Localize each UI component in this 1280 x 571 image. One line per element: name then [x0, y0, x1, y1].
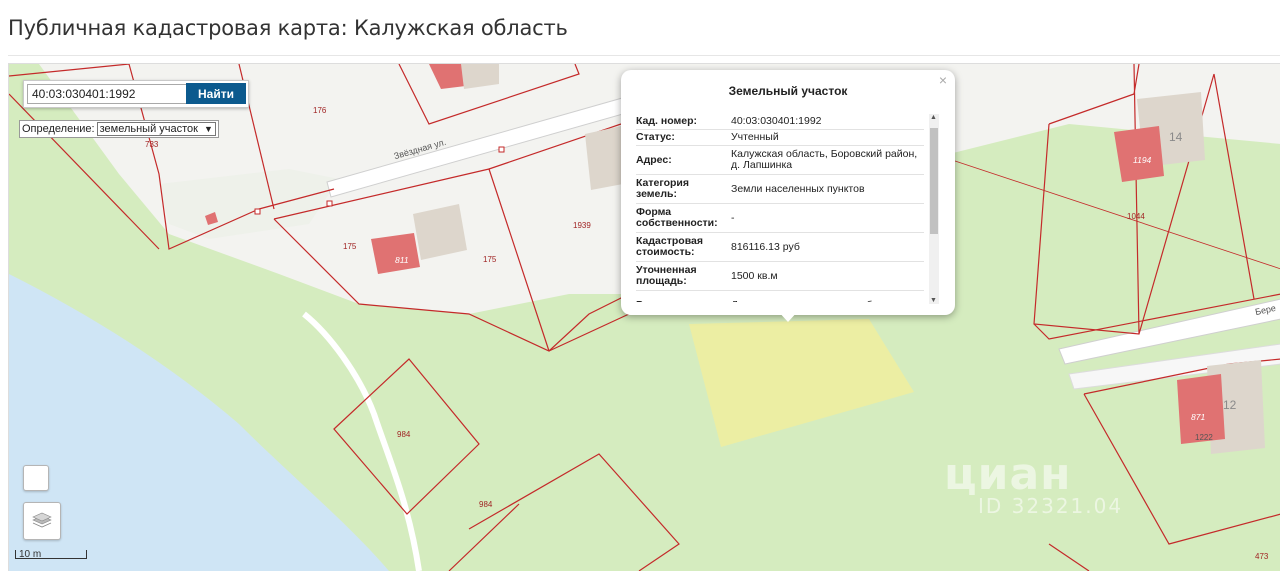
- house-number: 14: [1169, 130, 1183, 144]
- info-row: Уточненная площадь: 1500 кв.м: [636, 262, 924, 291]
- marker: [326, 200, 333, 207]
- marker: [498, 146, 505, 153]
- watermark: циан ID 32321.04: [944, 449, 1123, 518]
- info-row: Статус: Учтенный: [636, 130, 924, 146]
- scroll-down-icon[interactable]: ▼: [930, 297, 937, 304]
- definition-select[interactable]: земельный участок ▼: [96, 122, 216, 136]
- cadastral-map[interactable]: 176 733 175 175 1939 1044 984 984 473 12…: [8, 63, 1280, 571]
- popup-title: Земельный участок: [728, 84, 848, 98]
- building-811: [371, 233, 420, 274]
- info-value: Земли населенных пунктов: [731, 182, 865, 195]
- building-number: 811: [395, 255, 409, 265]
- definition-control: Определение: земельный участок ▼: [19, 120, 219, 138]
- parcel-label: 733: [145, 140, 159, 149]
- definition-label: Определение:: [22, 123, 95, 135]
- info-value: 816116.13 руб: [731, 240, 800, 253]
- toggle-checkbox-button[interactable]: [23, 465, 49, 491]
- watermark-id: ID 32321.04: [978, 494, 1124, 518]
- search-panel: Найти: [23, 80, 249, 108]
- layers-button[interactable]: [23, 502, 61, 540]
- scale-label: 10 m: [15, 550, 87, 560]
- search-button[interactable]: Найти: [186, 83, 246, 104]
- scrollbar-thumb[interactable]: [930, 128, 938, 234]
- info-row: РазрешенноеДля ведения личного подсобног…: [636, 291, 924, 302]
- info-value: Калужская область, Боровский район, д. Л…: [731, 148, 918, 171]
- info-value: 40:03:030401:1992: [731, 115, 822, 127]
- parcel-label: 175: [343, 242, 357, 251]
- building-1194: [1114, 126, 1164, 182]
- layers-icon: [32, 512, 52, 528]
- info-key: Адрес:: [636, 153, 672, 166]
- info-row: Адрес: Калужская область, Боровский район…: [636, 146, 924, 175]
- chevron-down-icon: ▼: [204, 124, 213, 134]
- parcel-label: 984: [479, 500, 493, 509]
- info-key: Кад. номер:: [636, 115, 698, 127]
- building-number: 871: [1191, 412, 1206, 422]
- parcel-label: 1939: [573, 221, 591, 230]
- building-gray-2: [585, 126, 623, 190]
- info-row: Кад. номер: 40:03:030401:1992: [636, 114, 924, 130]
- parcel-label: 473: [1255, 552, 1269, 561]
- marker: [254, 208, 261, 215]
- title-divider: [8, 55, 1280, 56]
- info-key: Кадастровая стоимость:: [636, 235, 703, 258]
- info-value: -: [731, 211, 735, 224]
- info-row: Форма собственности: -: [636, 204, 924, 233]
- page-title: Публичная кадастровая карта: Калужская о…: [8, 16, 568, 40]
- building-number: 1194: [1133, 155, 1152, 165]
- info-value: Учтенный: [731, 131, 779, 143]
- info-key: Разрешенное: [636, 291, 731, 302]
- info-value: 1500 кв.м: [731, 269, 778, 282]
- info-row: Кадастровая стоимость: 816116.13 руб: [636, 233, 924, 262]
- popup-info-table: Кад. номер: 40:03:030401:1992 Статус: Учте…: [636, 114, 924, 302]
- parcel-info-popup: × Земельный участок Кад. номер: 40:03:030…: [621, 70, 955, 315]
- info-row: Категория земель: Земли населенных пункто…: [636, 175, 924, 204]
- search-input[interactable]: [27, 84, 187, 104]
- house-number: 12: [1223, 398, 1237, 412]
- definition-selected: земельный участок: [99, 123, 198, 135]
- popup-pointer: [777, 310, 799, 322]
- info-key: Статус:: [636, 131, 675, 143]
- parcel-label: 1044: [1127, 212, 1145, 221]
- popup-scrollbar[interactable]: ▲ ▼: [929, 114, 939, 304]
- info-key: Форма собственности:: [636, 206, 718, 229]
- info-value: Для ведения личного подсобного: [731, 291, 924, 302]
- watermark-brand: циан: [944, 449, 1072, 500]
- info-key: Категория земель:: [636, 177, 690, 200]
- info-key: Уточненная площадь:: [636, 264, 697, 287]
- scroll-up-icon[interactable]: ▲: [930, 114, 937, 121]
- scale-bar: 10 m: [15, 550, 87, 560]
- parcel-label: 1222: [1195, 433, 1213, 442]
- parcel-label: 984: [397, 430, 411, 439]
- parcel-label: 176: [313, 106, 327, 115]
- parcel-label: 175: [483, 255, 497, 264]
- building-gray-1: [413, 204, 467, 260]
